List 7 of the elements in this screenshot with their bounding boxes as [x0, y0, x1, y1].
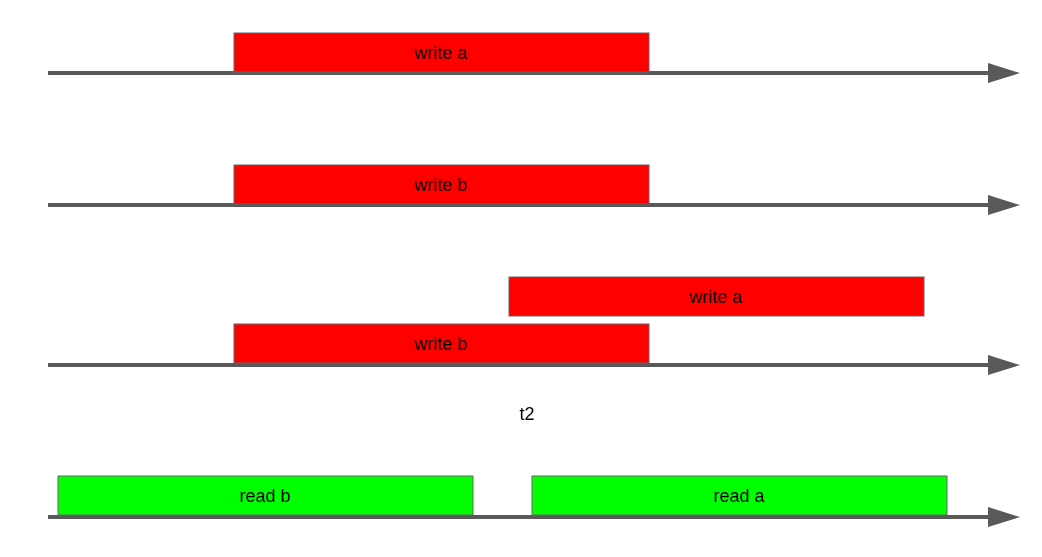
time-label: t2: [519, 404, 535, 424]
write-operation-bar: write b: [233, 164, 650, 205]
write-operation-bar: write a: [233, 32, 650, 73]
read-operation-bar: read b: [57, 475, 474, 516]
read-operation-bar: read a: [531, 475, 948, 516]
write-operation-bar: write b: [233, 323, 650, 364]
write-operation-bar: write a: [508, 276, 925, 317]
